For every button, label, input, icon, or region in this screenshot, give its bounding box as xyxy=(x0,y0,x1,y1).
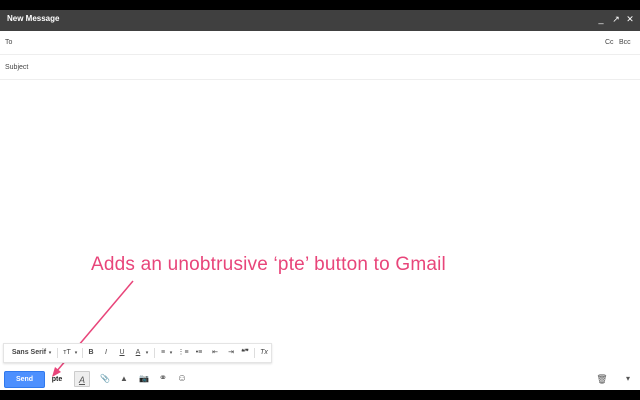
emoji-icon[interactable]: ☺ xyxy=(174,371,190,387)
divider xyxy=(82,348,83,358)
indent-less-icon[interactable]: ⇤ xyxy=(208,344,222,362)
minimize-icon[interactable]: _ xyxy=(596,13,606,25)
chevron-down-icon: ▾ xyxy=(48,350,52,356)
divider xyxy=(57,348,58,358)
subject-field[interactable]: Subject xyxy=(0,56,640,80)
quote-icon[interactable]: ❝❞ xyxy=(238,344,252,362)
italic-icon[interactable]: I xyxy=(99,344,113,362)
screen-top-border xyxy=(0,0,640,10)
font-size-icon[interactable]: ᴛT xyxy=(60,344,74,362)
screen-bottom-border xyxy=(0,390,640,400)
text-color-icon[interactable]: A xyxy=(131,344,145,362)
compose-toolbar: Send pte A 📎 ▲ 📷 ⚭ ☺ 🗑 ▾ xyxy=(0,368,640,390)
link-icon[interactable]: ⚭ xyxy=(155,371,171,387)
compose-window: New Message _ ↗ ✕ To Cc Bcc Subject Adds… xyxy=(0,10,640,390)
font-family-select[interactable]: Sans Serif xyxy=(8,344,50,362)
numbered-list-icon[interactable]: ⋮≡ xyxy=(176,344,190,362)
to-field[interactable]: To Cc Bcc xyxy=(0,31,640,55)
send-button[interactable]: Send xyxy=(4,371,45,388)
drive-icon[interactable]: ▲ xyxy=(116,371,132,387)
to-label: To xyxy=(5,39,13,46)
indent-more-icon[interactable]: ⇥ xyxy=(224,344,238,362)
cc-link[interactable]: Cc xyxy=(605,39,614,46)
subject-placeholder: Subject xyxy=(5,64,29,71)
formatting-options-icon[interactable]: A xyxy=(74,371,90,387)
divider xyxy=(254,348,255,358)
pte-button[interactable]: pte xyxy=(48,371,66,388)
chevron-down-icon: ▾ xyxy=(169,350,173,356)
message-body[interactable] xyxy=(0,80,640,340)
chevron-down-icon: ▾ xyxy=(74,350,78,356)
popout-icon[interactable]: ↗ xyxy=(611,13,621,25)
divider xyxy=(154,348,155,358)
annotation-caption: Adds an unobtrusive ‘pte’ button to Gmai… xyxy=(91,254,446,275)
chevron-down-icon: ▾ xyxy=(145,350,149,356)
formatting-bar: Sans Serif ▾ ᴛT ▾ B I U A ▾ ≡ ▾ ⋮≡ •≡ ⇤ … xyxy=(3,343,272,363)
underline-icon[interactable]: U xyxy=(115,344,129,362)
remove-formatting-icon[interactable]: Tx xyxy=(257,344,271,362)
close-icon[interactable]: ✕ xyxy=(625,13,635,25)
attach-icon[interactable]: 📎 xyxy=(97,371,113,387)
compose-title: New Message xyxy=(7,14,60,23)
bold-icon[interactable]: B xyxy=(84,344,98,362)
trash-icon[interactable]: 🗑 xyxy=(594,371,610,387)
camera-icon[interactable]: 📷 xyxy=(136,371,152,387)
more-options-icon[interactable]: ▾ xyxy=(620,371,636,387)
compose-title-bar[interactable]: New Message _ ↗ ✕ xyxy=(0,10,640,31)
bcc-link[interactable]: Bcc xyxy=(619,39,631,46)
bulleted-list-icon[interactable]: •≡ xyxy=(192,344,206,362)
